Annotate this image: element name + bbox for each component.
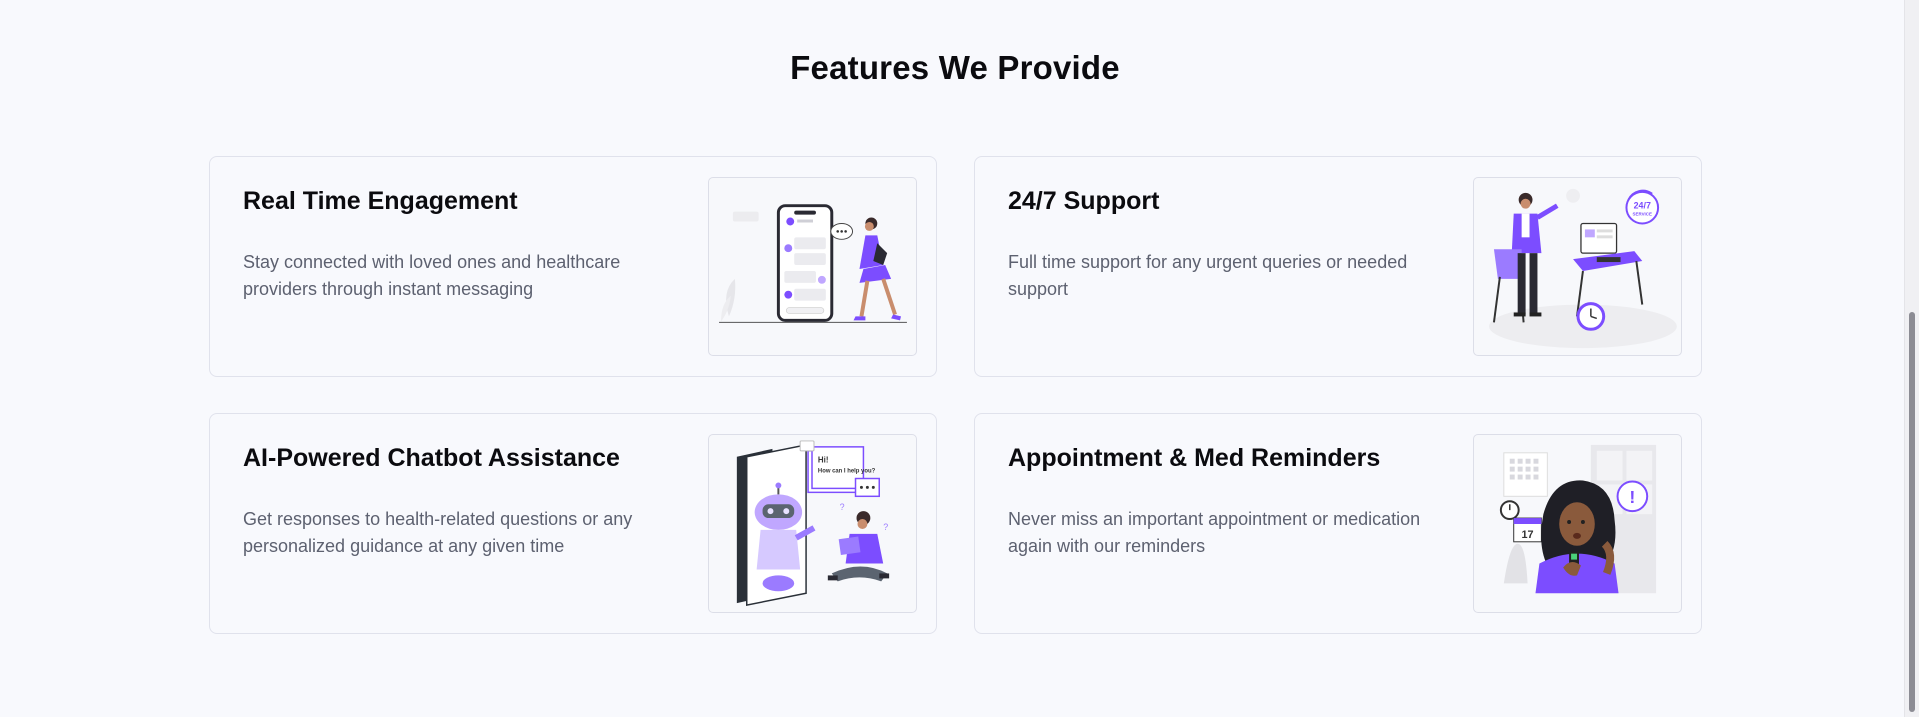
support-desk-illustration-icon: 24/7 SERVICE [1473,177,1682,356]
scrollbar-thumb[interactable] [1909,312,1915,712]
feature-card-ai-chatbot: AI-Powered Chatbot Assistance Get respon… [209,413,937,634]
feature-card-support: 24/7 Support Full time support for any u… [974,156,1702,377]
feature-card-real-time-engagement: Real Time Engagement Stay connected with… [209,156,937,377]
badge-24-7: 24/7 [1634,201,1651,211]
feature-title: Appointment & Med Reminders [1008,444,1381,472]
section-title: Features We Provide [790,49,1120,86]
calendar-day: 17 [1522,529,1534,541]
feature-description: Stay connected with loved ones and healt… [243,252,621,299]
page-scrollbar[interactable] [1904,0,1919,717]
feature-title: AI-Powered Chatbot Assistance [243,444,620,472]
reminder-illustration-icon: ! 17 [1473,434,1682,613]
badge-service: SERVICE [1633,212,1652,217]
messaging-illustration-icon [708,177,917,356]
chat-question: How can I help you? [818,469,876,475]
feature-card-reminders: Appointment & Med Reminders Never miss a… [974,413,1702,634]
feature-title: Real Time Engagement [243,187,518,215]
feature-description: Get responses to health-related question… [243,509,633,556]
feature-description: Full time support for any urgent queries… [1008,252,1408,299]
svg-text:?: ? [883,522,888,532]
feature-description: Never miss an important appointment or m… [1008,509,1421,556]
feature-title: 24/7 Support [1008,187,1160,215]
chat-greeting: Hi! [818,456,829,465]
alert-mark: ! [1629,487,1635,507]
svg-text:?: ? [840,502,845,512]
chatbot-illustration-icon: Hi! How can I help you? ? ? [708,434,917,613]
